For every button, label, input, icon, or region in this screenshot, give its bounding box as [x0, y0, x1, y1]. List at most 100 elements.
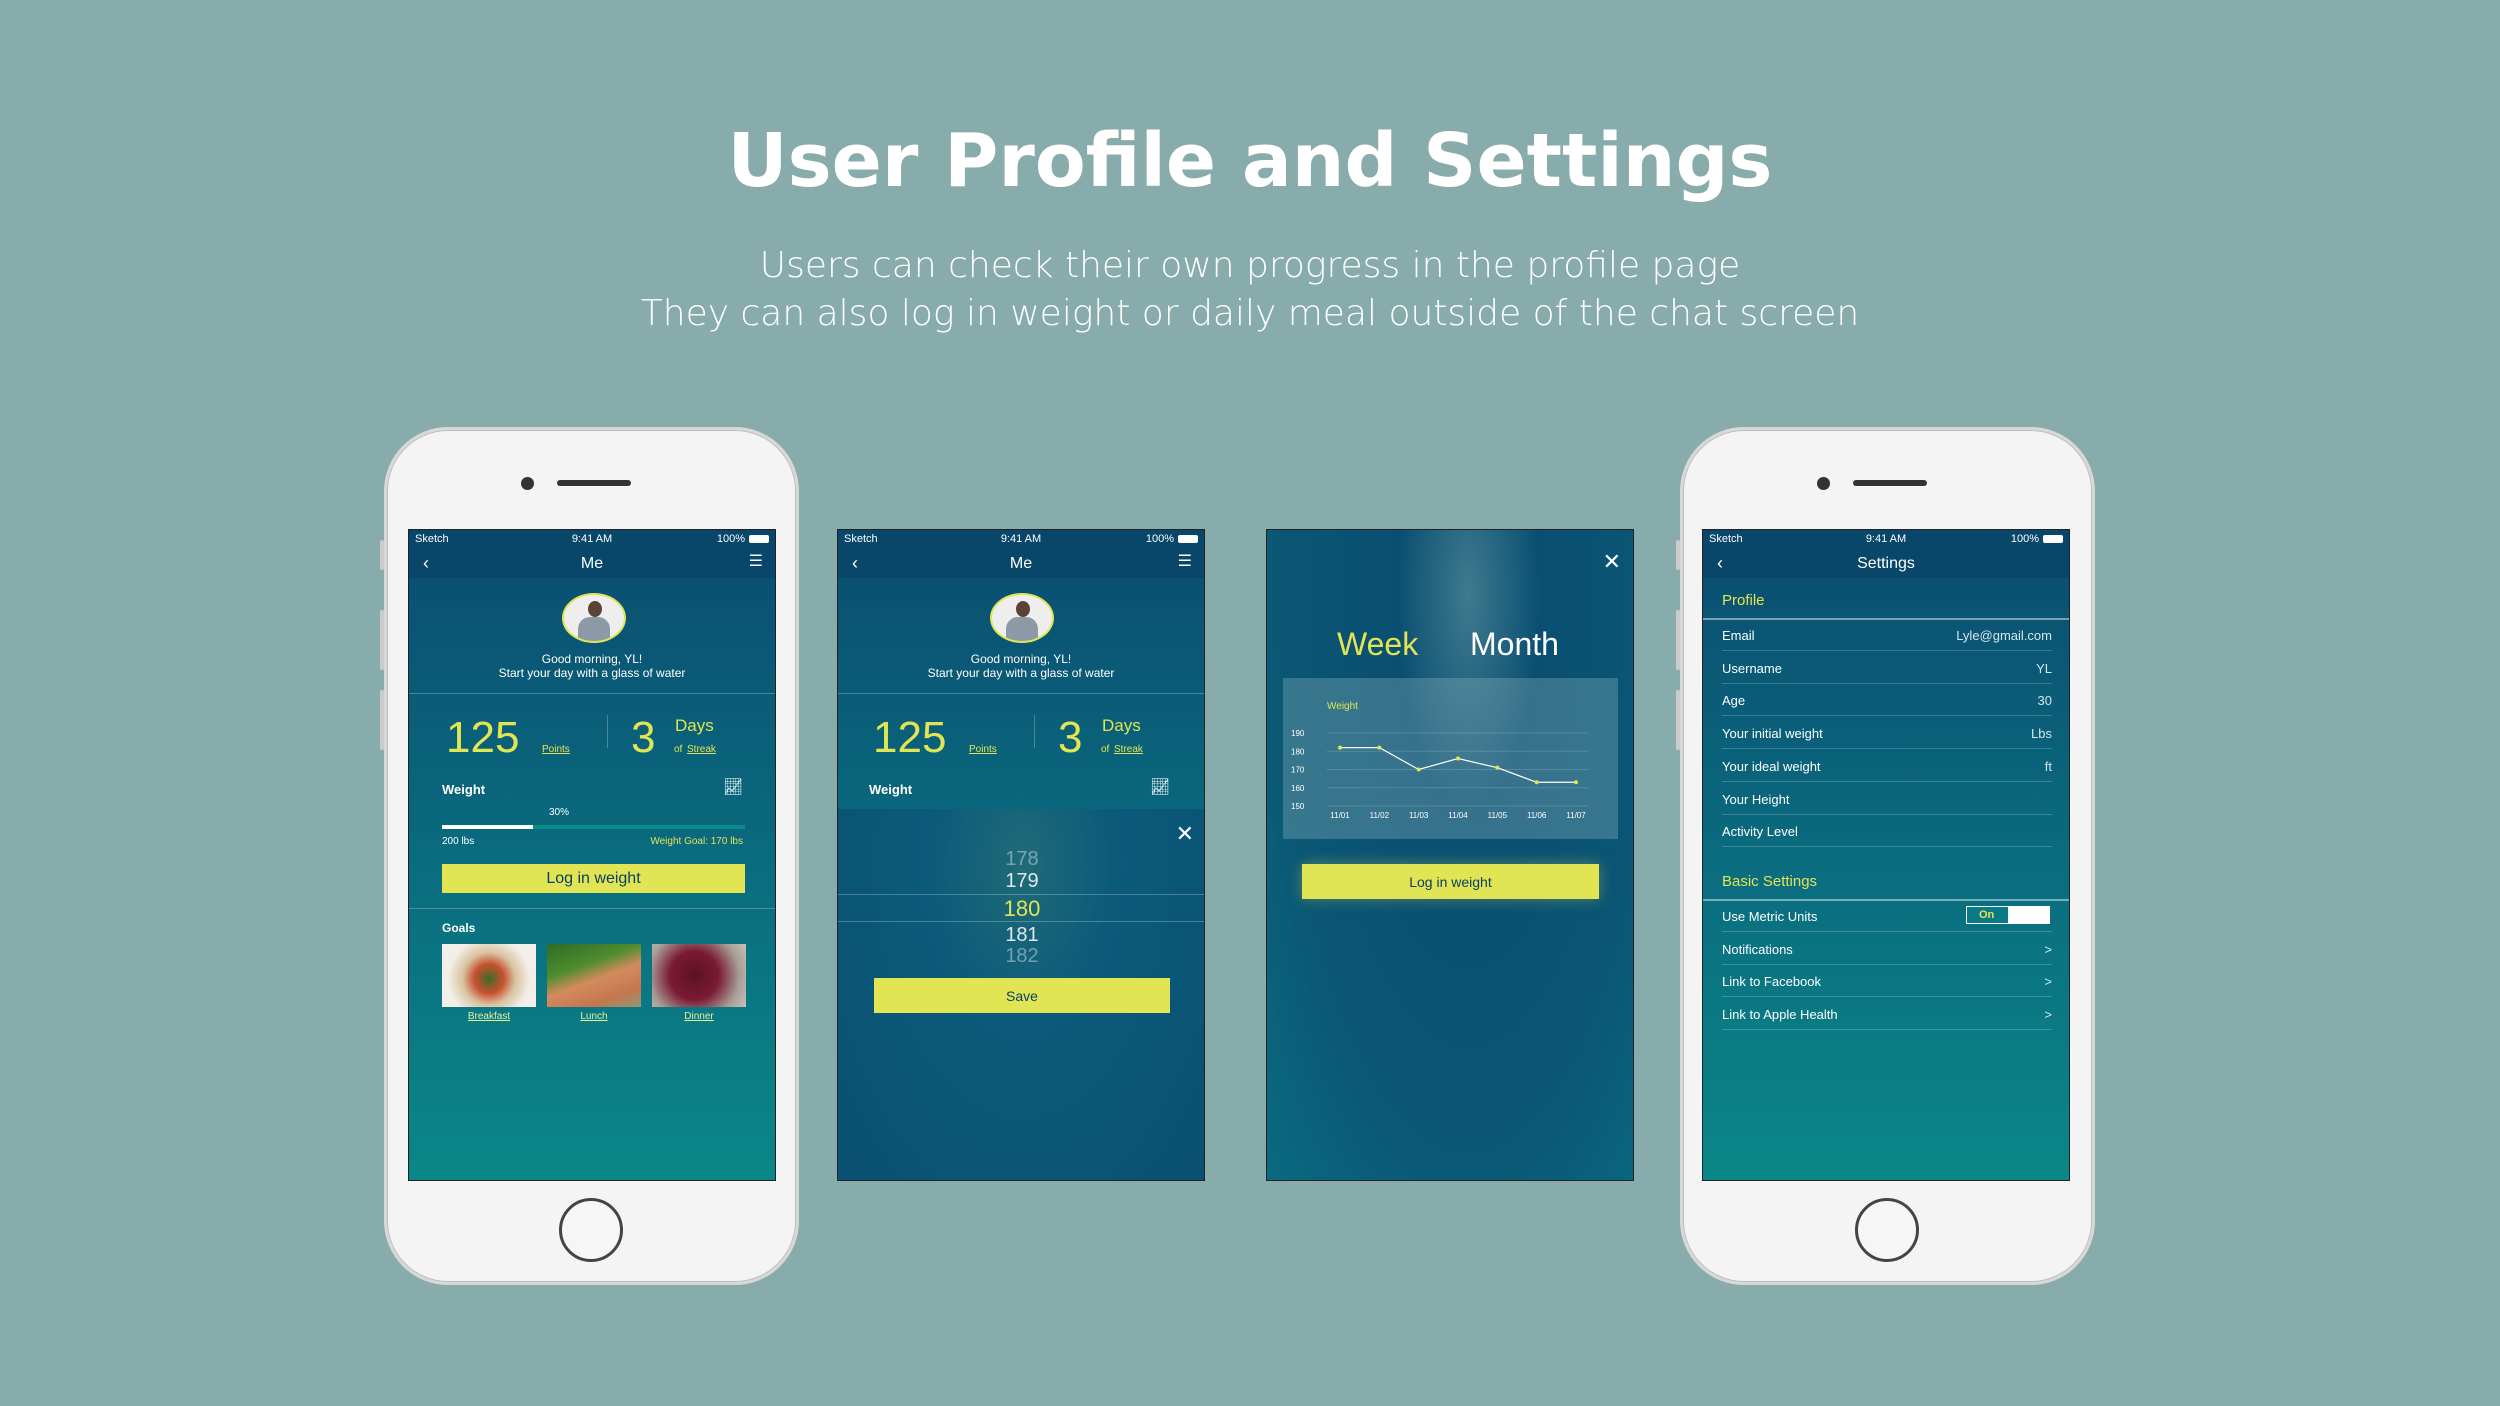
nav-title: Me	[1009, 555, 1033, 572]
greeting: Good morning, YL!	[970, 652, 1072, 666]
close-icon[interactable]: ✕	[1603, 551, 1621, 573]
goals-label: Goals	[442, 921, 476, 935]
weight-picker-screen: Sketch 9:41 AM 100% ‹ Me ☰ Good morning,…	[837, 529, 1205, 1181]
log-weight-button[interactable]: Log in weight	[442, 864, 745, 893]
chart-icon[interactable]: 📈︎	[1150, 780, 1170, 796]
chart-panel: Weight 150 160 170 180 190 11/01 11/02 11/03 11/…	[1283, 678, 1618, 839]
setting-value: Lbs	[2031, 726, 2052, 742]
current-weight: 200 lbs	[442, 836, 475, 847]
picker-option[interactable]: 182	[838, 946, 1204, 966]
lunch-image[interactable]	[547, 944, 641, 1007]
save-button[interactable]: Save	[874, 978, 1170, 1013]
battery-icon	[749, 535, 769, 543]
picker-option[interactable]: 181	[838, 925, 1204, 945]
data-point	[1377, 745, 1382, 750]
points-value: 125	[446, 713, 520, 762]
battery-percent: 100%	[1145, 533, 1174, 545]
points-link[interactable]: Points	[542, 745, 570, 755]
setting-label: Age	[1722, 693, 1746, 709]
data-point	[1574, 780, 1578, 785]
y-tick-label: 180	[1291, 747, 1305, 756]
side-button	[380, 690, 384, 750]
setting-label: Username	[1722, 660, 1782, 676]
x-tick-label: 11/06	[1527, 811, 1547, 820]
side-button	[1676, 610, 1680, 670]
streak-link[interactable]: Streak	[1114, 745, 1143, 755]
x-tick-label: 11/02	[1370, 811, 1390, 820]
setting-label: Your Height	[1722, 791, 1790, 807]
setting-row[interactable]: Your Height	[1722, 783, 2052, 815]
data-point	[1416, 767, 1421, 772]
y-tick-label: 170	[1291, 766, 1305, 775]
chart-icon[interactable]: 📈︎	[723, 780, 743, 796]
nav-bar: Sketch 9:41 AM 100% ‹ Settings	[1703, 530, 2069, 578]
picker-option[interactable]: 178	[838, 849, 1204, 869]
log-weight-button[interactable]: Log in weight	[1302, 864, 1599, 899]
chevron-right-icon: >	[2044, 974, 2052, 990]
camera	[1817, 477, 1830, 490]
points-link[interactable]: Points	[969, 745, 997, 755]
home-button[interactable]	[559, 1198, 623, 1262]
meal-link-lunch[interactable]: Lunch	[547, 1012, 641, 1022]
setting-label: Link to Facebook	[1722, 974, 1822, 990]
daily-tip: Start your day with a glass of water	[927, 666, 1115, 680]
tab-month[interactable]: Month	[1470, 628, 1559, 660]
profile-section-header: Profile	[1722, 592, 1765, 609]
points-value: 125	[873, 713, 947, 762]
streak-unit: Days	[1102, 716, 1141, 735]
setting-row[interactable]: Your initial weight Lbs	[1722, 717, 2052, 750]
setting-row[interactable]: Email Lyle@gmail.com	[1722, 619, 2052, 651]
setting-label: Link to Apple Health	[1722, 1007, 1838, 1023]
data-point	[1338, 745, 1342, 750]
camera	[521, 477, 534, 490]
setting-label: Your initial weight	[1722, 726, 1823, 742]
streak-value: 3	[1058, 713, 1083, 762]
data-point	[1456, 756, 1460, 761]
profile-screen: Sketch 9:41 AM 100% ‹ Me ☰ Good morning,…	[408, 529, 776, 1181]
stat-divider	[1034, 715, 1035, 748]
streak-link[interactable]: Streak	[687, 745, 716, 755]
setting-row[interactable]: Age 30	[1722, 684, 2052, 717]
y-tick-label: 190	[1291, 729, 1305, 738]
metric-toggle[interactable]: On	[1966, 906, 2050, 924]
avatar[interactable]	[990, 593, 1054, 643]
setting-link-row[interactable]: Link to Facebook >	[1722, 965, 2052, 998]
picker-selected[interactable]: 180	[838, 898, 1204, 920]
selection-line	[838, 921, 1204, 922]
setting-row[interactable]: Your ideal weight ft	[1722, 750, 2052, 782]
x-tick-label: 11/05	[1488, 811, 1508, 820]
meal-link-dinner[interactable]: Dinner	[652, 1012, 746, 1022]
home-button[interactable]	[1855, 1198, 1919, 1262]
weight-chart-screen: ✕ Week Month Weight 150 160 170 180 190 11/01…	[1266, 529, 1634, 1181]
nav-title: Settings	[1857, 555, 1915, 572]
dinner-image[interactable]	[652, 944, 746, 1007]
divider	[409, 693, 775, 694]
streak-of: of	[1101, 744, 1110, 755]
close-icon[interactable]: ✕	[1176, 823, 1194, 845]
setting-label: Use Metric Units	[1722, 909, 1818, 924]
selection-line	[838, 894, 1204, 895]
chevron-right-icon: >	[2044, 1007, 2052, 1023]
page-title: User Profile and Settings	[727, 118, 1773, 204]
picker-sheet: ✕ 178 179 180 181 182 Save	[838, 809, 1204, 1180]
weight-label: Weight	[442, 782, 486, 797]
tab-week[interactable]: Week	[1337, 628, 1418, 660]
subtitle-line-2: They can also log in weight or daily mea…	[640, 293, 1860, 334]
streak-unit: Days	[675, 716, 714, 735]
greeting: Good morning, YL!	[541, 652, 643, 666]
settings-sliders-icon[interactable]: ☰	[749, 554, 763, 570]
battery-icon	[1178, 535, 1198, 543]
breakfast-image[interactable]	[442, 944, 536, 1007]
side-button	[380, 540, 384, 570]
settings-screen: Sketch 9:41 AM 100% ‹ Settings Profile E…	[1702, 529, 2070, 1181]
setting-link-row[interactable]: Notifications >	[1722, 933, 2052, 965]
meal-link-breakfast[interactable]: Breakfast	[442, 1012, 536, 1022]
setting-link-row[interactable]: Link to Apple Health >	[1722, 998, 2052, 1031]
avatar[interactable]	[562, 593, 626, 643]
picker-option[interactable]: 179	[838, 871, 1204, 891]
setting-row[interactable]: Activity Level	[1722, 815, 2052, 848]
nav-bar: Sketch 9:41 AM 100% ‹ Me ☰	[838, 530, 1204, 578]
weight-line	[1340, 746, 1576, 783]
setting-row[interactable]: Username YL	[1722, 652, 2052, 684]
settings-sliders-icon[interactable]: ☰	[1178, 554, 1192, 570]
